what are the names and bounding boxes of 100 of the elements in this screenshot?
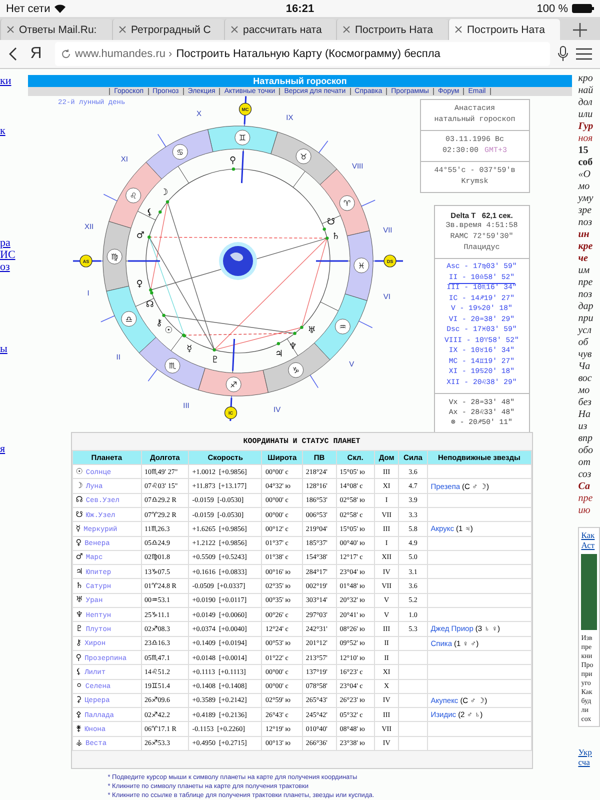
plus-icon[interactable] — [573, 22, 587, 37]
microphone-icon[interactable] — [558, 46, 568, 62]
article-text: от — [578, 457, 592, 470]
menu-icon[interactable] — [576, 48, 592, 60]
house-cusp-line — [358, 320, 372, 328]
house-cusp-line — [102, 194, 118, 202]
close-icon[interactable] — [119, 26, 126, 34]
article-text: чув — [578, 349, 593, 362]
zodiac-sector[interactable]: ♐ — [198, 368, 268, 396]
article-text: поз — [578, 217, 593, 230]
url-domain: www.humandes.ru › — [75, 48, 172, 60]
article-text: дол — [578, 97, 594, 110]
house-cusp-line — [320, 302, 338, 312]
close-icon[interactable] — [343, 26, 350, 34]
house-cusp-line — [360, 200, 376, 207]
article-text: или — [578, 109, 594, 122]
article-text: вос — [578, 373, 593, 386]
article-text: Ча — [578, 361, 592, 374]
side-link[interactable]: ра — [0, 237, 10, 250]
article-text: мо — [578, 181, 591, 194]
side-link[interactable]: оз — [0, 261, 10, 274]
article-text: пре — [578, 277, 594, 290]
article-text: най — [578, 85, 594, 98]
planet-glyph: ♅ — [76, 595, 83, 604]
article-text: при — [578, 313, 594, 326]
planet-glyph: ⚪ — [76, 681, 82, 690]
side-link[interactable]: я — [0, 443, 6, 456]
house-cusp-line — [309, 374, 318, 388]
browser-tab[interactable]: Построить Ната — [336, 19, 448, 40]
close-icon[interactable] — [231, 26, 238, 34]
planet-glyph: ⚸ — [76, 666, 82, 676]
article-text: кре — [578, 241, 594, 254]
planet-glyph: ♀ — [76, 538, 82, 548]
house-cusp-line — [318, 140, 328, 154]
article-text: ин — [578, 229, 590, 242]
side-link[interactable]: ки — [0, 75, 12, 88]
planet-glyph: ☊ — [76, 495, 83, 504]
article-text: им — [578, 265, 591, 278]
battery-percent: 100 % — [536, 2, 568, 15]
close-icon[interactable] — [455, 26, 462, 34]
back-icon[interactable] — [8, 47, 17, 62]
browser-tab[interactable]: Ответы Mail.Ru: — [0, 19, 112, 40]
browser-tab[interactable]: Ретроградный С — [112, 19, 224, 40]
zodiac-sector[interactable]: ♍ — [102, 221, 131, 292]
house-cusp-line — [100, 315, 115, 322]
planet-glyph: ♆ — [76, 610, 83, 619]
reload-icon[interactable] — [61, 49, 71, 60]
article-text: без — [578, 397, 592, 410]
battery-icon — [572, 4, 594, 14]
planet-glyph: ☉ — [76, 466, 83, 476]
house-cusp-line — [148, 368, 158, 382]
address-field[interactable]: www.humandes.ru › Построить Натальную Карту (Космограмму) беспла — [55, 42, 550, 66]
planet-glyph: ⚷ — [76, 638, 82, 648]
zodiac-sector[interactable]: ♊ — [207, 126, 278, 154]
article-text: уму — [578, 193, 594, 206]
earth-icon — [218, 242, 257, 280]
planet-glyph: ⚵ — [76, 724, 82, 734]
article-text: «О — [578, 169, 592, 182]
tab-title: Ответы Mail.Ru: — [19, 24, 97, 36]
tab-title: рассчитать ната — [243, 24, 322, 36]
tab-title: Ретроградный С — [131, 24, 211, 36]
planet-glyph: ♇ — [76, 624, 83, 633]
article-link[interactable]: сча — [578, 757, 600, 768]
side-link[interactable]: к — [0, 125, 6, 138]
house-cusp-line — [292, 171, 306, 188]
house-cusp-line — [157, 134, 166, 148]
house-cusp-line — [135, 298, 154, 307]
house-cusp-line — [178, 166, 189, 184]
article-text: че — [578, 253, 589, 266]
house-cusp-line — [322, 215, 340, 224]
book-link[interactable]: Аст — [581, 540, 597, 550]
article-text: мо — [578, 385, 591, 398]
planet-glyph: ⚲ — [76, 652, 82, 662]
browser-tab[interactable]: Построить Ната — [448, 19, 560, 40]
article-text: кро — [578, 73, 594, 86]
browser-logo[interactable]: Я — [25, 45, 47, 64]
house-cusp-line — [170, 334, 183, 352]
article-link[interactable]: Укр — [578, 747, 600, 758]
close-icon[interactable] — [7, 26, 14, 34]
article-text: дар — [578, 301, 594, 314]
article-text: из — [578, 421, 588, 434]
article-text: пре — [578, 493, 594, 506]
planet-glyph: ♂ — [76, 552, 83, 562]
article-text: 15 — [578, 145, 590, 158]
planet-glyph: ♃ — [76, 566, 83, 576]
zodiac-sector[interactable]: ♓ — [344, 230, 373, 301]
side-link[interactable]: ы — [0, 343, 8, 356]
carrier-text: Нет сети — [6, 2, 50, 15]
article-text: об — [578, 337, 590, 350]
book-link[interactable]: Как — [581, 530, 597, 540]
article-text: соз — [578, 469, 592, 482]
article-text: На — [578, 409, 592, 422]
planet-glyph: ♄ — [76, 581, 83, 590]
tab-title: Построить Ната — [355, 24, 433, 36]
side-link[interactable]: ИС — [0, 249, 16, 262]
planet-glyph: ⚶ — [76, 738, 83, 748]
article-text: соб — [578, 157, 594, 170]
article-text: Гур — [578, 121, 594, 134]
browser-tab[interactable]: рассчитать ната — [224, 19, 336, 40]
article-text: зре — [578, 205, 593, 218]
